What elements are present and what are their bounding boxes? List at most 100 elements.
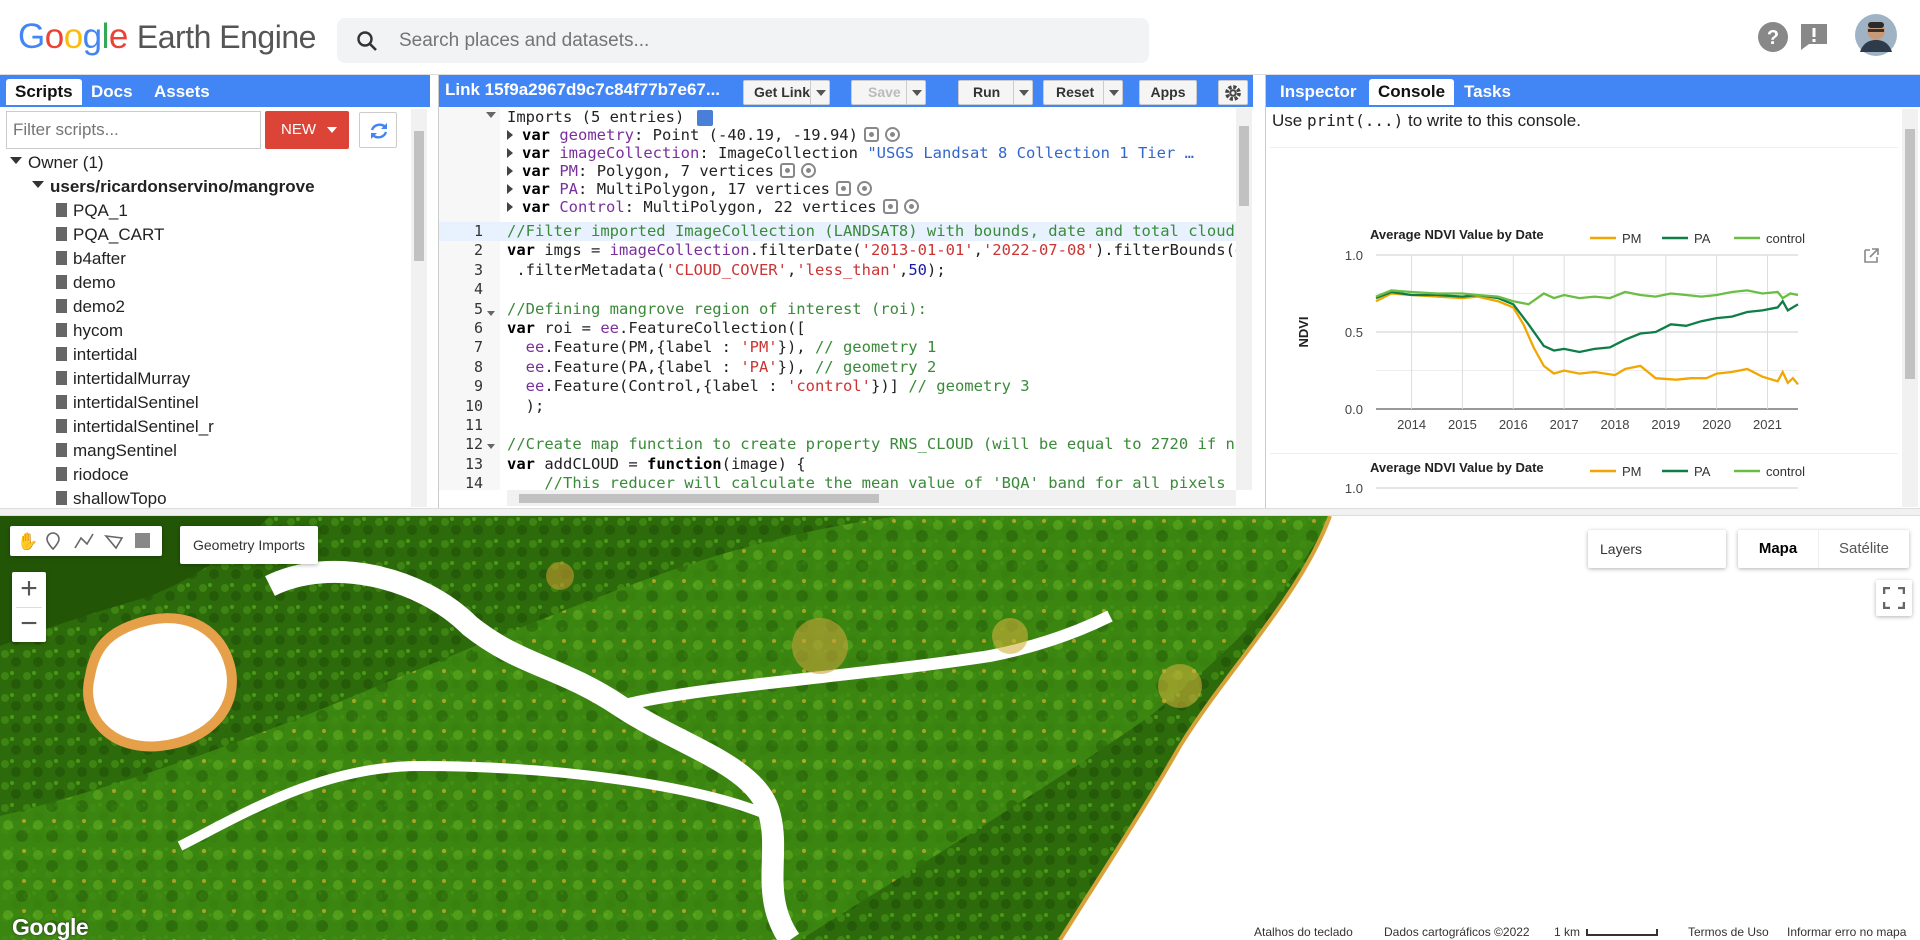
chevron-down-icon[interactable] <box>906 81 925 104</box>
geometry-imports-button[interactable]: Geometry Imports <box>180 526 318 564</box>
gear-icon[interactable] <box>882 199 898 214</box>
code-line[interactable]: ); <box>507 397 545 416</box>
chevron-down-icon[interactable] <box>810 81 829 104</box>
code-line[interactable]: ee.Feature(Control,{label : 'control'})]… <box>507 377 1030 396</box>
popout-icon[interactable] <box>1862 247 1880 265</box>
caret-right-icon[interactable] <box>507 184 518 194</box>
repo-folder[interactable]: users/ricardonservino/mangrove <box>32 175 315 199</box>
code-line[interactable]: //Defining mangrove region of interest (… <box>507 300 927 319</box>
keyboard-shortcuts-link[interactable]: Atalhos do teclado <box>1250 925 1357 940</box>
scrollbar-thumb[interactable] <box>1239 126 1249 206</box>
scrollbar-thumb[interactable] <box>519 494 879 503</box>
script-file[interactable]: intertidalSentinel_r <box>56 415 214 439</box>
fold-caret-icon[interactable] <box>487 311 495 320</box>
avatar[interactable] <box>1855 14 1897 56</box>
script-file[interactable]: intertidalSentinel <box>56 391 199 415</box>
tab-console[interactable]: Console <box>1369 79 1455 105</box>
chevron-down-icon[interactable] <box>1103 81 1122 104</box>
chevron-down-icon[interactable] <box>1013 81 1032 104</box>
script-title[interactable]: Link 15f9a2967d9c7c84f77b7e67... <box>445 80 720 100</box>
script-file[interactable]: PQA_CART <box>56 223 164 247</box>
import-entry[interactable]: var PA: MultiPolygon, 17 vertices <box>507 180 872 199</box>
new-script-button[interactable]: NEW <box>265 111 349 149</box>
owner-folder[interactable]: Owner (1) <box>10 153 104 175</box>
map-type-mapa[interactable]: Mapa <box>1738 530 1818 568</box>
help-icon[interactable]: ? <box>1756 20 1790 54</box>
import-entry[interactable]: var imageCollection: ImageCollection "US… <box>507 144 1194 163</box>
scrollbar-thumb[interactable] <box>1905 129 1915 379</box>
zoom-in-button[interactable]: + <box>12 572 46 607</box>
map-splitter[interactable] <box>0 508 1920 516</box>
reset-button[interactable]: Reset <box>1043 80 1123 105</box>
gear-icon[interactable] <box>780 163 795 178</box>
draw-line-icon[interactable] <box>74 532 94 550</box>
imports-doc-icon[interactable] <box>697 110 713 126</box>
ndvi-chart[interactable]: Average NDVI Value by Date PM PA control 0.0… <box>1266 157 1881 451</box>
google-earth-engine-logo[interactable]: Google Earth Engine <box>18 17 316 57</box>
code-line[interactable]: var roi = ee.FeatureCollection([ <box>507 319 806 338</box>
code-line[interactable]: ee.Feature(PM,{label : 'PM'}), // geomet… <box>507 338 937 357</box>
caret-right-icon[interactable] <box>507 202 518 212</box>
save-button[interactable]: Save <box>851 80 926 105</box>
script-file[interactable]: demo <box>56 271 116 295</box>
pan-hand-icon[interactable]: ✋ <box>17 532 38 552</box>
editor-vscroll[interactable] <box>1236 108 1252 490</box>
scrollbar-thumb[interactable] <box>414 131 424 261</box>
fold-caret-icon[interactable] <box>487 444 495 453</box>
settings-button[interactable] <box>1218 80 1248 105</box>
code-line[interactable]: var addCLOUD = function(image) { <box>507 455 806 474</box>
script-file[interactable]: b4after <box>56 247 126 271</box>
code-area[interactable]: Imports (5 entries) var geometry: Point … <box>439 108 1239 490</box>
console-scrollbar[interactable] <box>1902 109 1918 507</box>
search-input[interactable] <box>399 18 1119 63</box>
target-icon[interactable] <box>903 199 919 214</box>
tab-inspector[interactable]: Inspector <box>1271 79 1366 105</box>
code-line[interactable]: //This reducer will calculate the mean v… <box>507 474 1239 490</box>
script-file[interactable]: intertidalMurray <box>56 367 190 391</box>
search-icon[interactable] <box>355 29 379 53</box>
import-entry[interactable]: var PM: Polygon, 7 vertices <box>507 162 816 181</box>
ndvi-chart[interactable]: Average NDVI Value by Date PM PA control 1.0 <box>1266 455 1881 508</box>
draw-polygon-icon[interactable] <box>104 532 124 550</box>
code-line[interactable]: //Create map function to create property… <box>507 435 1239 454</box>
fullscreen-button[interactable] <box>1876 580 1912 616</box>
caret-right-icon[interactable] <box>507 148 518 158</box>
point-marker-icon[interactable] <box>46 532 60 550</box>
code-line[interactable]: //Filter imported ImageCollection (LANDS… <box>507 222 1239 241</box>
code-line[interactable]: ee.Feature(PA,{label : 'PA'}), // geomet… <box>507 358 937 377</box>
script-file[interactable]: PQA_1 <box>56 199 128 223</box>
gear-icon[interactable] <box>835 181 851 196</box>
script-file[interactable]: riodoce <box>56 463 129 487</box>
caret-right-icon[interactable] <box>507 166 518 176</box>
apps-button[interactable]: Apps <box>1139 80 1197 105</box>
target-icon[interactable] <box>856 181 872 196</box>
tab-scripts[interactable]: Scripts <box>6 79 82 105</box>
tab-assets[interactable]: Assets <box>145 79 219 105</box>
run-button[interactable]: Run <box>958 80 1033 105</box>
search-box[interactable] <box>337 18 1149 63</box>
target-icon[interactable] <box>884 127 900 142</box>
layers-button[interactable]: Layers <box>1588 530 1726 568</box>
code-line[interactable]: .filterMetadata('CLOUD_COVER','less_than… <box>507 261 945 280</box>
map-view[interactable]: ✋ Geometry Imports + − Layers Mapa Satél… <box>0 516 1920 940</box>
script-file[interactable]: mangSentinel <box>56 439 177 463</box>
import-entry[interactable]: var geometry: Point (-40.19, -19.94) <box>507 126 900 145</box>
terms-link[interactable]: Termos de Uso <box>1684 925 1773 940</box>
import-entry[interactable]: var Control: MultiPolygon, 22 vertices <box>507 198 919 217</box>
script-file[interactable]: demo2 <box>56 295 125 319</box>
script-file[interactable]: intertidal <box>56 343 137 367</box>
scripts-scrollbar[interactable] <box>411 109 427 507</box>
caret-down-icon[interactable] <box>486 112 496 123</box>
script-file[interactable]: hycom <box>56 319 123 343</box>
imports-row[interactable]: Imports (5 entries) <box>439 108 1239 127</box>
caret-right-icon[interactable] <box>507 130 518 140</box>
refresh-button[interactable] <box>359 112 397 148</box>
map-type-satelite[interactable]: Satélite <box>1818 530 1909 568</box>
filter-scripts-input[interactable] <box>6 111 261 149</box>
feedback-icon[interactable] <box>1797 20 1831 54</box>
gear-icon[interactable] <box>863 127 879 142</box>
get-link-button[interactable]: Get Link <box>743 80 830 105</box>
target-icon[interactable] <box>801 163 816 178</box>
report-error-link[interactable]: Informar erro no mapa <box>1783 925 1911 940</box>
editor-hscroll[interactable] <box>507 490 1236 506</box>
